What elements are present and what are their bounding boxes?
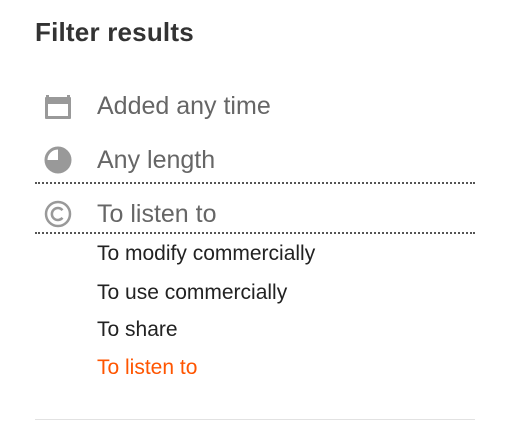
license-option-share[interactable]: To share xyxy=(97,318,178,342)
filter-length-label: Any length xyxy=(97,145,216,174)
license-option-modify-commercially[interactable]: To modify commercially xyxy=(97,242,315,266)
license-option-use-commercially[interactable]: To use commercially xyxy=(97,281,287,305)
divider-bottom xyxy=(35,419,475,420)
filter-length[interactable]: Any length xyxy=(35,134,475,186)
filter-license-label: To listen to xyxy=(97,199,217,228)
filter-results-panel: Filter results Added any time Any length xyxy=(0,0,508,448)
filter-results-title: Filter results xyxy=(35,17,194,47)
license-option-listen[interactable]: To listen to xyxy=(97,356,197,380)
clock-icon xyxy=(40,142,76,178)
filter-added-time[interactable]: Added any time xyxy=(35,80,475,132)
divider-dotted-top xyxy=(35,182,475,184)
calendar-icon xyxy=(40,88,76,124)
divider-dotted-bottom xyxy=(35,232,475,234)
filter-added-time-label: Added any time xyxy=(97,91,271,120)
copyright-icon xyxy=(40,196,76,232)
